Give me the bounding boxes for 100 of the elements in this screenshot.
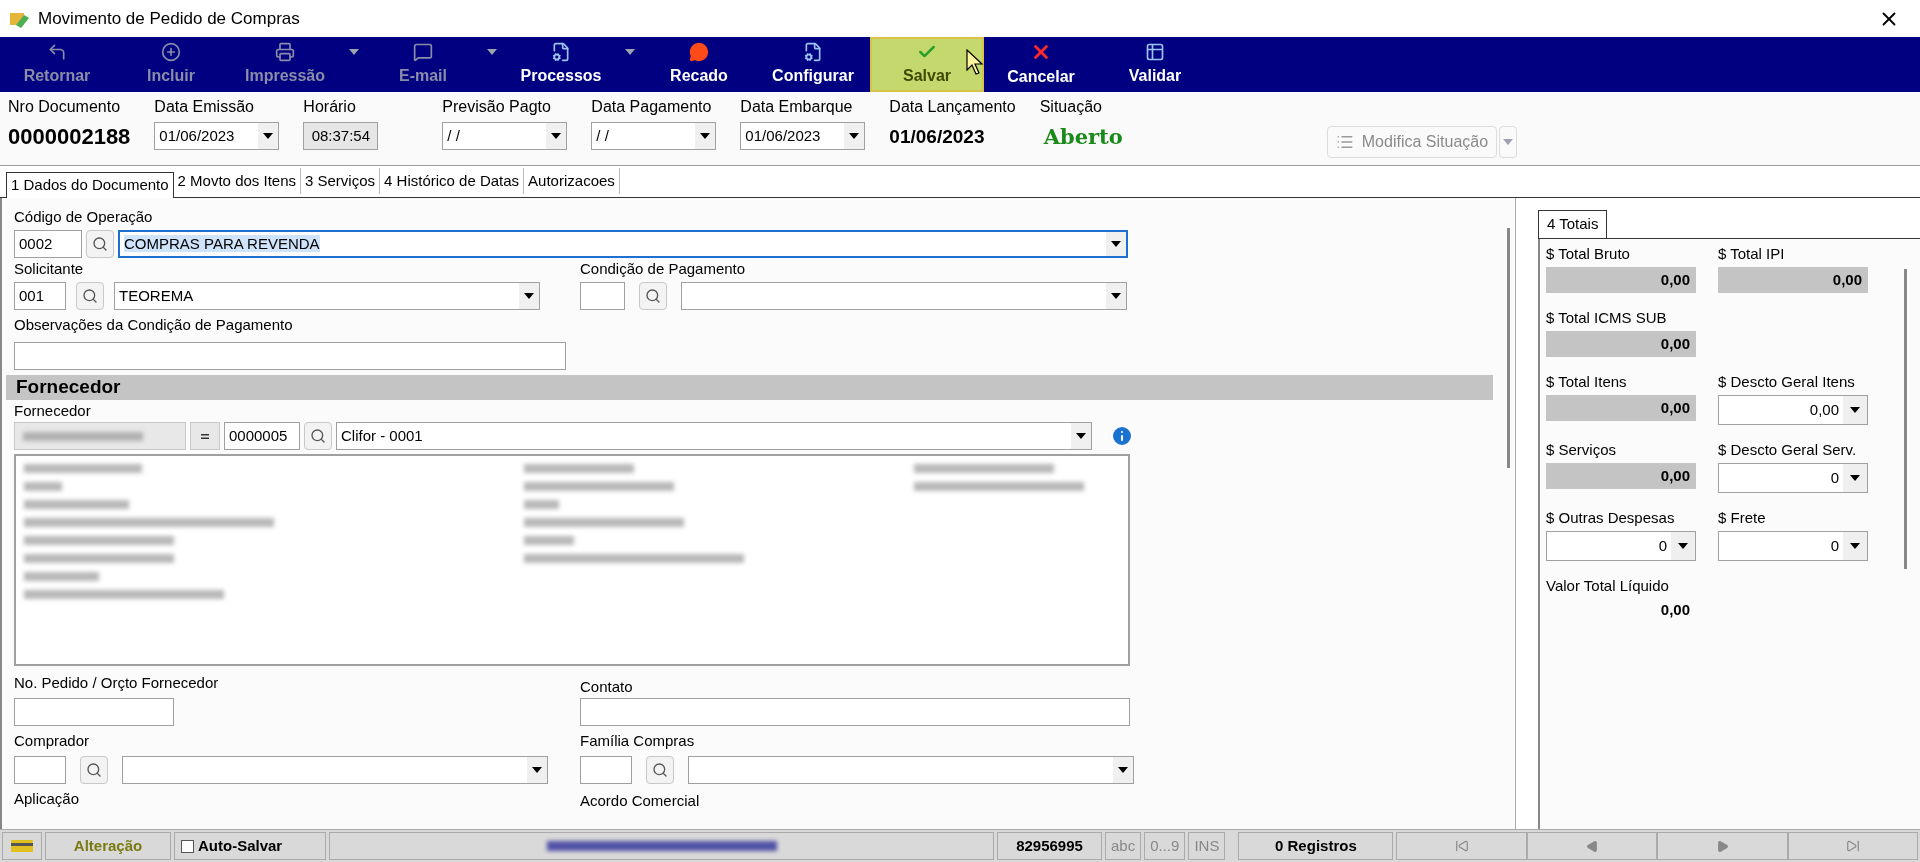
section-header: Fornecedor — [6, 375, 1493, 400]
field-label: $ Total IPI — [1718, 245, 1786, 263]
field-label: No. Pedido / Orçto Fornecedor — [14, 674, 220, 692]
total-value-field: 0,00 — [1546, 331, 1696, 357]
field-label: $ Total ICMS SUB — [1546, 309, 1668, 327]
field-label: Código de Operação — [14, 208, 154, 226]
input-field[interactable] — [580, 698, 1130, 726]
document-gear-icon — [551, 41, 571, 62]
total-value-field: 0,00 — [1546, 395, 1696, 421]
search-icon — [310, 428, 326, 444]
code-field[interactable] — [580, 282, 625, 310]
search-icon — [86, 762, 102, 778]
date-picker[interactable]: / / — [442, 122, 568, 150]
amount-dropdown[interactable]: 0 — [1546, 531, 1696, 561]
scrollbar[interactable] — [1506, 228, 1510, 468]
navigation-button[interactable] — [1657, 832, 1788, 860]
caret-icon — [700, 133, 711, 139]
caret-icon — [1850, 543, 1860, 549]
caret-icon — [625, 49, 635, 55]
dropdown[interactable]: Clifor - 0001 — [336, 422, 1092, 450]
search-button[interactable] — [80, 756, 108, 784]
checkbox[interactable] — [181, 839, 194, 853]
input-field[interactable] — [14, 342, 566, 370]
search-icon — [82, 288, 98, 304]
caret-icon — [1678, 543, 1688, 549]
field-label: Horário — [303, 98, 357, 116]
search-button[interactable] — [646, 756, 674, 784]
caret-icon — [524, 293, 534, 299]
equals-icon — [201, 433, 209, 439]
tab[interactable]: 2 Movto dos Itens — [173, 168, 301, 194]
total-value-field: 0,00 — [1546, 463, 1696, 489]
blurred-text — [24, 482, 62, 491]
total-value-field: 0,00 — [1546, 267, 1696, 293]
field-label: Valor Total Líquido — [1546, 577, 1670, 595]
dropdown[interactable]: COMPRAS PARA REVENDA — [118, 230, 1128, 258]
search-button[interactable] — [304, 422, 332, 450]
value-text: 01/06/2023 — [889, 125, 986, 149]
amount-dropdown[interactable]: 0 — [1718, 463, 1868, 493]
navigation-button[interactable] — [1787, 832, 1918, 860]
search-button[interactable] — [639, 282, 667, 310]
field-label: $ Descto Geral Itens — [1718, 373, 1856, 391]
caret-icon — [1111, 293, 1121, 299]
undo-arrow-icon — [47, 41, 67, 62]
caret-icon — [1850, 475, 1860, 481]
field-label: Data Emissão — [154, 98, 255, 116]
info-icon[interactable] — [1110, 424, 1134, 448]
amount-dropdown[interactable]: 0 — [1718, 531, 1868, 561]
auto-save-checkbox[interactable]: Auto-Salvar — [174, 832, 326, 860]
speech-bubble-icon — [413, 41, 433, 62]
toolbar-button[interactable]: Salvar — [870, 37, 984, 92]
mouse-cursor-icon — [966, 49, 984, 75]
dropdown[interactable]: TEOREMA — [114, 282, 540, 310]
record-code: 82956995 — [997, 832, 1102, 860]
tab[interactable]: 3 Serviços — [301, 168, 381, 194]
caret-icon — [849, 133, 860, 139]
field-label: Nro Documento — [8, 98, 122, 116]
caret-icon — [1503, 139, 1514, 145]
dropdown[interactable] — [681, 282, 1127, 310]
list-icon — [1335, 133, 1354, 151]
tab[interactable]: 4 Totais — [1538, 210, 1608, 238]
field-label: Observações da Condição de Pagamento — [14, 316, 294, 334]
toolbar-button[interactable]: Processos — [504, 37, 618, 92]
navigation-button[interactable] — [1526, 832, 1658, 860]
date-picker[interactable]: / / — [591, 122, 717, 150]
code-field[interactable]: 0002 — [14, 230, 82, 258]
scrollbar[interactable] — [1903, 269, 1907, 569]
amount-dropdown[interactable]: 0,00 — [1718, 395, 1868, 425]
dropdown[interactable] — [688, 756, 1134, 784]
status-text: Aberto — [1042, 123, 1123, 151]
code-field[interactable] — [14, 756, 66, 784]
key-indicator: 0...9 — [1144, 832, 1186, 860]
search-button[interactable] — [86, 230, 114, 258]
field-label: $ Frete — [1718, 509, 1767, 527]
toolbar-button[interactable]: Recado — [642, 37, 756, 92]
tab[interactable]: Autorizacoes — [524, 168, 620, 194]
next-record-icon — [1715, 839, 1729, 853]
speech-bubble-icon — [689, 41, 709, 62]
tax-id-field[interactable] — [14, 422, 186, 450]
caret-icon — [532, 767, 542, 773]
input-field[interactable] — [14, 698, 174, 726]
tab[interactable]: 1 Dados do Documento — [6, 172, 174, 198]
previous-record-icon — [1585, 839, 1599, 853]
caret-icon — [1076, 433, 1086, 439]
tab[interactable]: 4 Histórico de Datas — [380, 168, 525, 194]
equals-button[interactable] — [190, 422, 220, 450]
date-picker[interactable]: 01/06/2023 — [154, 122, 280, 150]
total-value: 0,00 — [1659, 600, 1691, 620]
toolbar-button[interactable]: Configurar — [756, 37, 870, 92]
window-title: Movimento de Pedido de Compras — [38, 7, 301, 30]
code-field[interactable] — [580, 756, 632, 784]
navigation-button[interactable] — [1396, 832, 1527, 860]
code-field[interactable]: 0000005 — [224, 422, 300, 450]
caret-icon — [551, 133, 562, 139]
dropdown[interactable] — [122, 756, 548, 784]
toolbar-button[interactable]: Cancelar — [984, 37, 1098, 92]
date-picker[interactable]: 01/06/2023 — [740, 122, 866, 150]
toolbar-button[interactable]: Validar — [1098, 37, 1212, 92]
search-button[interactable] — [76, 282, 104, 310]
code-field[interactable]: 001 — [14, 282, 66, 310]
field-label: Contato — [580, 678, 634, 696]
